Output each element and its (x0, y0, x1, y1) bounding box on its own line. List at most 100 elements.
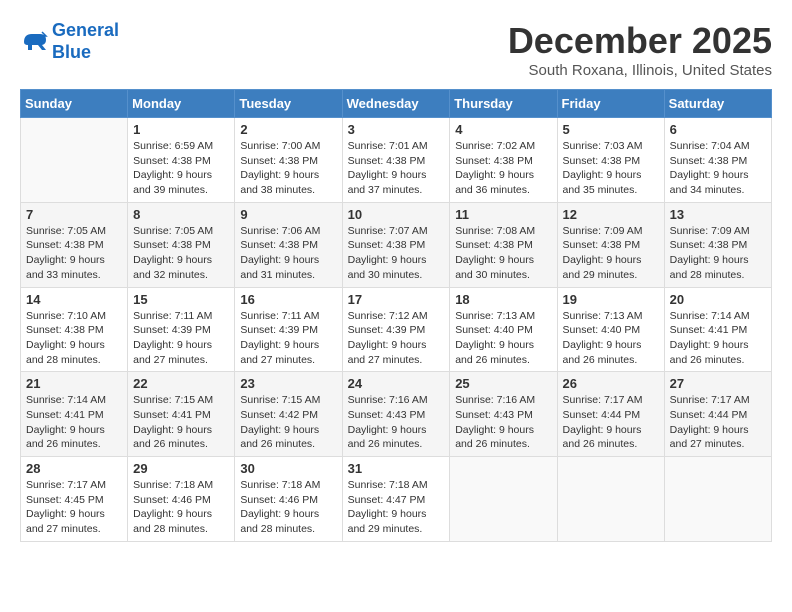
title-block: December 2025 South Roxana, Illinois, Un… (508, 20, 772, 79)
calendar-cell: 11Sunrise: 7:08 AM Sunset: 4:38 PM Dayli… (450, 202, 557, 287)
day-number: 13 (670, 207, 766, 222)
day-info: Sunrise: 7:14 AM Sunset: 4:41 PM Dayligh… (670, 309, 766, 368)
day-info: Sunrise: 7:16 AM Sunset: 4:43 PM Dayligh… (348, 393, 445, 452)
day-number: 27 (670, 376, 766, 391)
calendar-cell (21, 118, 128, 203)
day-info: Sunrise: 7:09 AM Sunset: 4:38 PM Dayligh… (563, 224, 659, 283)
day-info: Sunrise: 7:15 AM Sunset: 4:42 PM Dayligh… (240, 393, 336, 452)
calendar-cell: 25 Sunrise: 7:16 AM Sunset: 4:43 PM Dayli… (450, 372, 557, 457)
day-number: 1 (133, 122, 229, 137)
day-number: 12 (563, 207, 659, 222)
month-title: December 2025 (508, 20, 772, 62)
day-number: 2 (240, 122, 336, 137)
calendar-cell: 1 Sunrise: 6:59 AM Sunset: 4:38 PM Daylig… (128, 118, 235, 203)
day-number: 28 (26, 461, 122, 476)
calendar-header-row: SundayMondayTuesdayWednesdayThursdayFrid… (21, 90, 772, 118)
calendar-cell: 18 Sunrise: 7:13 AM Sunset: 4:40 PM Dayli… (450, 287, 557, 372)
day-number: 19 (563, 292, 659, 307)
calendar-cell: 2 Sunrise: 7:00 AM Sunset: 4:38 PM Daylig… (235, 118, 342, 203)
day-info: Sunrise: 7:05 AM Sunset: 4:38 PM Dayligh… (26, 224, 122, 283)
calendar-table: SundayMondayTuesdayWednesdayThursdayFrid… (20, 89, 772, 542)
logo-blue: Blue (52, 42, 91, 62)
calendar-cell: 5 Sunrise: 7:03 AM Sunset: 4:38 PM Daylig… (557, 118, 664, 203)
day-info: Sunrise: 7:01 AM Sunset: 4:38 PM Dayligh… (348, 139, 445, 198)
day-number: 17 (348, 292, 445, 307)
day-number: 29 (133, 461, 229, 476)
calendar-cell: 14 Sunrise: 7:10 AM Sunset: 4:38 PM Dayli… (21, 287, 128, 372)
calendar-cell (664, 457, 771, 542)
day-info: Sunrise: 7:16 AM Sunset: 4:43 PM Dayligh… (455, 393, 551, 452)
day-info: Sunrise: 7:13 AM Sunset: 4:40 PM Dayligh… (563, 309, 659, 368)
day-number: 7 (26, 207, 122, 222)
day-info: Sunrise: 7:11 AM Sunset: 4:39 PM Dayligh… (133, 309, 229, 368)
day-info: Sunrise: 7:04 AM Sunset: 4:38 PM Dayligh… (670, 139, 766, 198)
calendar-week-5: 28 Sunrise: 7:17 AM Sunset: 4:45 PM Dayli… (21, 457, 772, 542)
day-info: Sunrise: 7:06 AM Sunset: 4:38 PM Dayligh… (240, 224, 336, 283)
day-info: Sunrise: 7:13 AM Sunset: 4:40 PM Dayligh… (455, 309, 551, 368)
day-number: 21 (26, 376, 122, 391)
calendar-cell: 7 Sunrise: 7:05 AM Sunset: 4:38 PM Daylig… (21, 202, 128, 287)
day-number: 4 (455, 122, 551, 137)
calendar-cell: 29 Sunrise: 7:18 AM Sunset: 4:46 PM Dayli… (128, 457, 235, 542)
logo-text: General Blue (52, 20, 119, 63)
calendar-cell: 12 Sunrise: 7:09 AM Sunset: 4:38 PM Dayli… (557, 202, 664, 287)
day-header-thursday: Thursday (450, 90, 557, 118)
day-number: 23 (240, 376, 336, 391)
day-header-sunday: Sunday (21, 90, 128, 118)
day-number: 11 (455, 207, 551, 222)
calendar-cell: 13Sunrise: 7:09 AM Sunset: 4:38 PM Dayli… (664, 202, 771, 287)
calendar-cell: 19 Sunrise: 7:13 AM Sunset: 4:40 PM Dayli… (557, 287, 664, 372)
logo: General Blue (20, 20, 119, 63)
calendar-cell: 6Sunrise: 7:04 AM Sunset: 4:38 PM Daylig… (664, 118, 771, 203)
calendar-week-1: 1 Sunrise: 6:59 AM Sunset: 4:38 PM Daylig… (21, 118, 772, 203)
day-number: 10 (348, 207, 445, 222)
calendar-cell: 31Sunrise: 7:18 AM Sunset: 4:47 PM Dayli… (342, 457, 450, 542)
day-header-saturday: Saturday (664, 90, 771, 118)
day-header-wednesday: Wednesday (342, 90, 450, 118)
day-info: Sunrise: 7:18 AM Sunset: 4:46 PM Dayligh… (133, 478, 229, 537)
day-info: Sunrise: 7:10 AM Sunset: 4:38 PM Dayligh… (26, 309, 122, 368)
day-info: Sunrise: 7:17 AM Sunset: 4:45 PM Dayligh… (26, 478, 122, 537)
calendar-cell: 3 Sunrise: 7:01 AM Sunset: 4:38 PM Daylig… (342, 118, 450, 203)
day-number: 3 (348, 122, 445, 137)
day-number: 16 (240, 292, 336, 307)
page-header: General Blue December 2025 South Roxana,… (20, 20, 772, 79)
day-info: Sunrise: 6:59 AM Sunset: 4:38 PM Dayligh… (133, 139, 229, 198)
day-number: 14 (26, 292, 122, 307)
calendar-cell: 27 Sunrise: 7:17 AM Sunset: 4:44 PM Dayli… (664, 372, 771, 457)
day-number: 30 (240, 461, 336, 476)
day-number: 25 (455, 376, 551, 391)
day-number: 20 (670, 292, 766, 307)
calendar-cell: 15 Sunrise: 7:11 AM Sunset: 4:39 PM Dayli… (128, 287, 235, 372)
calendar-cell (557, 457, 664, 542)
day-info: Sunrise: 7:17 AM Sunset: 4:44 PM Dayligh… (670, 393, 766, 452)
day-number: 18 (455, 292, 551, 307)
calendar-cell: 4 Sunrise: 7:02 AM Sunset: 4:38 PM Daylig… (450, 118, 557, 203)
calendar-cell (450, 457, 557, 542)
day-info: Sunrise: 7:03 AM Sunset: 4:38 PM Dayligh… (563, 139, 659, 198)
calendar-cell: 28 Sunrise: 7:17 AM Sunset: 4:45 PM Dayli… (21, 457, 128, 542)
calendar-week-3: 14 Sunrise: 7:10 AM Sunset: 4:38 PM Dayli… (21, 287, 772, 372)
day-info: Sunrise: 7:18 AM Sunset: 4:46 PM Dayligh… (240, 478, 336, 537)
calendar-cell: 10 Sunrise: 7:07 AM Sunset: 4:38 PM Dayli… (342, 202, 450, 287)
day-number: 5 (563, 122, 659, 137)
day-info: Sunrise: 7:07 AM Sunset: 4:38 PM Dayligh… (348, 224, 445, 283)
day-info: Sunrise: 7:11 AM Sunset: 4:39 PM Dayligh… (240, 309, 336, 368)
day-info: Sunrise: 7:00 AM Sunset: 4:38 PM Dayligh… (240, 139, 336, 198)
calendar-cell: 30 Sunrise: 7:18 AM Sunset: 4:46 PM Dayli… (235, 457, 342, 542)
logo-icon (20, 28, 48, 56)
calendar-cell: 21Sunrise: 7:14 AM Sunset: 4:41 PM Dayli… (21, 372, 128, 457)
calendar-week-2: 7 Sunrise: 7:05 AM Sunset: 4:38 PM Daylig… (21, 202, 772, 287)
calendar-cell: 9Sunrise: 7:06 AM Sunset: 4:38 PM Daylig… (235, 202, 342, 287)
day-number: 26 (563, 376, 659, 391)
day-number: 22 (133, 376, 229, 391)
day-info: Sunrise: 7:17 AM Sunset: 4:44 PM Dayligh… (563, 393, 659, 452)
day-info: Sunrise: 7:02 AM Sunset: 4:38 PM Dayligh… (455, 139, 551, 198)
calendar-cell: 17Sunrise: 7:12 AM Sunset: 4:39 PM Dayli… (342, 287, 450, 372)
day-header-monday: Monday (128, 90, 235, 118)
day-info: Sunrise: 7:18 AM Sunset: 4:47 PM Dayligh… (348, 478, 445, 537)
day-info: Sunrise: 7:05 AM Sunset: 4:38 PM Dayligh… (133, 224, 229, 283)
day-number: 15 (133, 292, 229, 307)
calendar-cell: 22Sunrise: 7:15 AM Sunset: 4:41 PM Dayli… (128, 372, 235, 457)
day-header-tuesday: Tuesday (235, 90, 342, 118)
